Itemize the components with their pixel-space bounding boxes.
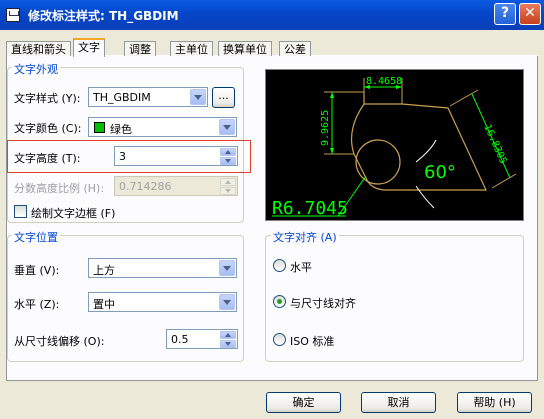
cancel-button[interactable]: 取消 <box>361 392 436 413</box>
help-title-button[interactable]: ? <box>494 3 516 25</box>
offset-label: 从尺寸线偏移 (O): <box>14 335 105 348</box>
dim-top-text: 8.4658 <box>366 76 402 87</box>
close-button[interactable]: ✕ <box>519 3 541 25</box>
spin-up-icon[interactable] <box>220 148 236 156</box>
text-alignment-legend: 文字对齐 (A) <box>271 229 339 245</box>
text-height-stepper[interactable]: 3 <box>114 146 238 166</box>
tab-tolerances[interactable]: 公差 <box>279 41 311 56</box>
tab-lines-arrows[interactable]: 直线和箭头 <box>6 41 71 56</box>
vertical-value: 上方 <box>93 264 115 277</box>
tab-alternate-units[interactable]: 换算单位 <box>218 41 272 56</box>
ok-button[interactable]: 确定 <box>266 392 341 413</box>
text-height-label: 文字高度 (T): <box>14 152 81 165</box>
spin-down-icon[interactable] <box>220 157 236 165</box>
chevron-down-icon[interactable] <box>219 294 235 310</box>
chevron-down-icon[interactable] <box>219 260 235 276</box>
align-with-dimline-radio[interactable] <box>273 295 286 308</box>
tab-primary-units[interactable]: 主单位 <box>170 41 213 56</box>
horizontal-select[interactable]: 置中 <box>88 292 237 312</box>
vertical-select[interactable]: 上方 <box>88 258 237 278</box>
text-style-value: TH_GBDIM <box>93 91 151 104</box>
align-horizontal-radio[interactable] <box>273 259 286 272</box>
text-style-select[interactable]: TH_GBDIM <box>88 87 208 107</box>
radius-text: R6.7045 <box>272 198 348 219</box>
text-frame-label: 绘制文字边框 (F) <box>31 207 116 220</box>
spin-up-icon[interactable] <box>220 178 236 186</box>
window-title: 修改标注样式: TH_GBDIM <box>28 9 179 23</box>
chevron-down-icon[interactable] <box>219 119 235 135</box>
offset-stepper[interactable]: 0.5 <box>166 329 238 349</box>
fraction-height-label: 分数高度比例 (H): <box>14 182 105 195</box>
spin-up-icon[interactable] <box>220 331 236 339</box>
fraction-height-stepper[interactable]: 0.714286 <box>114 176 238 196</box>
tab-text[interactable]: 文字 <box>73 38 105 57</box>
vertical-label: 垂直 (V): <box>14 264 60 277</box>
color-swatch <box>94 122 105 133</box>
align-with-dimline-label: 与尺寸线对齐 <box>290 297 356 310</box>
text-position-legend: 文字位置 <box>12 229 60 245</box>
help-button[interactable]: 帮助 (H) <box>457 392 532 413</box>
text-color-select[interactable]: 绿色 <box>88 117 237 137</box>
text-color-value: 绿色 <box>110 123 132 136</box>
text-color-label: 文字颜色 (C): <box>14 122 82 135</box>
text-height-value: 3 <box>119 150 126 163</box>
fraction-height-value: 0.714286 <box>119 180 172 193</box>
horizontal-value: 置中 <box>93 298 115 311</box>
dim-left-text: 9.9625 <box>320 110 331 146</box>
text-style-browse-button[interactable]: ... <box>212 87 235 108</box>
angle-text: 60° <box>424 162 456 183</box>
chevron-down-icon[interactable] <box>190 89 206 105</box>
offset-value: 0.5 <box>171 333 189 346</box>
dim-right-text: 16.8305 <box>481 123 508 166</box>
spin-down-icon[interactable] <box>220 187 236 195</box>
spin-down-icon[interactable] <box>220 340 236 348</box>
align-iso-label: ISO 标准 <box>290 335 335 348</box>
app-icon <box>6 8 20 22</box>
text-style-label: 文字样式 (Y): <box>14 92 81 105</box>
horizontal-label: 水平 (Z): <box>14 298 60 311</box>
text-frame-checkbox[interactable] <box>14 205 27 218</box>
preview-pane: 8.4658 9.9625 16.8305 60° R6.7045 <box>265 69 524 221</box>
text-appearance-legend: 文字外观 <box>12 61 60 77</box>
dimension-preview: 8.4658 9.9625 16.8305 60° R6.7045 <box>272 76 517 219</box>
tab-fit[interactable]: 调整 <box>124 41 156 56</box>
align-horizontal-label: 水平 <box>290 261 312 274</box>
align-iso-radio[interactable] <box>273 333 286 346</box>
radio-selected-dot <box>277 299 282 304</box>
